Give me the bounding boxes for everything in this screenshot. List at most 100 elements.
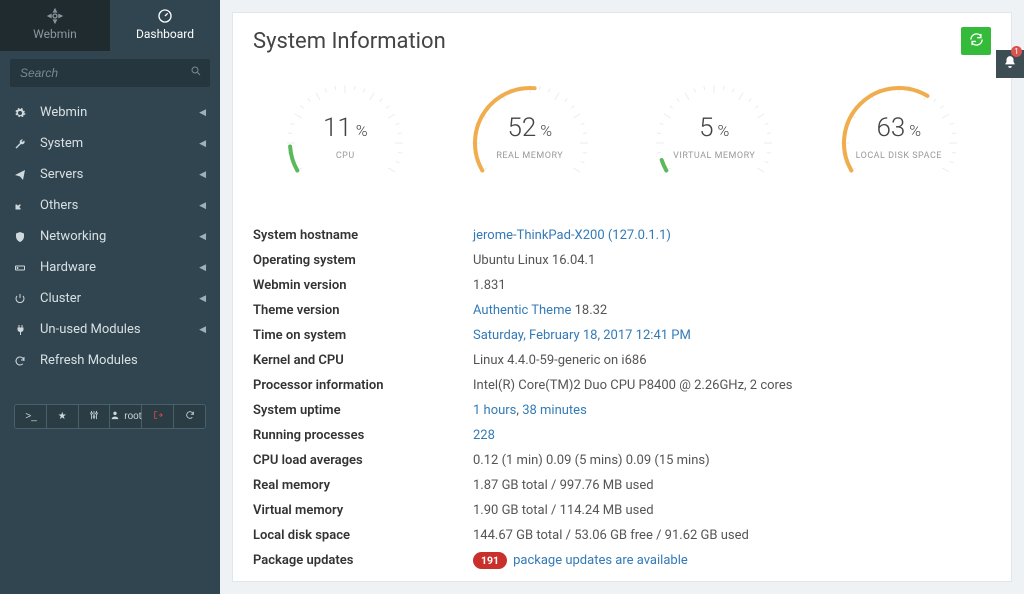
sidebar-item-label: Refresh Modules	[40, 353, 138, 368]
disk-label: Local disk space	[253, 528, 473, 543]
page-title: System Information	[253, 29, 446, 54]
refresh-icon	[185, 410, 195, 423]
gauge-label: LOCAL DISK SPACE	[809, 151, 989, 161]
kernel-label: Kernel and CPU	[253, 353, 473, 368]
notifications-bell[interactable]: 1	[996, 50, 1024, 78]
refresh-button[interactable]	[961, 27, 991, 55]
sidebar-item-hardware[interactable]: Hardware ◀	[0, 252, 220, 283]
search-input[interactable]	[10, 59, 210, 87]
gauge-value: 11 %	[255, 113, 435, 143]
gauge-real-memory: 52 % REAL MEMORY	[440, 73, 620, 193]
sidebar-item-webmin[interactable]: Webmin◀	[0, 97, 220, 128]
webmin-version-label: Webmin version	[253, 278, 473, 293]
virtmem-value: 1.90 GB total / 114.24 MB used	[473, 503, 991, 518]
load-value: 0.12 (1 min) 0.09 (5 mins) 0.09 (15 mins…	[473, 453, 991, 468]
plug-icon	[14, 324, 32, 336]
sidebar-item-label: System	[40, 136, 83, 151]
info-table: System hostnamejerome-ThinkPad-X200 (127…	[253, 223, 991, 573]
kernel-value: Linux 4.4.0-59-generic on i686	[473, 353, 991, 368]
refresh-icon	[14, 355, 32, 367]
refresh-icon	[969, 32, 984, 50]
sidebar-item-label: Networking	[40, 229, 106, 244]
paperplane-icon	[14, 169, 32, 181]
chevron-left-icon: ◀	[199, 294, 206, 304]
notifications-count-badge: 1	[1011, 46, 1022, 57]
realmem-label: Real memory	[253, 478, 473, 493]
favorites-button[interactable]: ★	[47, 405, 79, 428]
sidebar-item-label: Servers	[40, 167, 83, 182]
gauges-row: 11 % CPU 52 % REAL MEMORY 5 % VIRTUAL ME…	[253, 73, 991, 193]
uptime-value: 1 hours, 38 minutes	[473, 403, 991, 418]
sidebar-item-label: Hardware	[40, 260, 96, 275]
terminal-icon: >_	[25, 411, 35, 422]
drive-icon	[14, 262, 32, 274]
logout-button[interactable]	[142, 405, 174, 428]
sidebar-item-label: Others	[40, 198, 78, 213]
os-label: Operating system	[253, 253, 473, 268]
gauge-cpu: 11 % CPU	[255, 73, 435, 193]
logout-icon	[153, 410, 163, 423]
chevron-left-icon: ◀	[199, 201, 206, 211]
main-column: System Information 11 % CPU 52 % REAL ME…	[220, 0, 1024, 594]
packages-link[interactable]: package updates are available	[513, 553, 688, 568]
gauge-icon	[110, 8, 220, 24]
wrench-icon	[14, 138, 32, 150]
gauge-label: REAL MEMORY	[440, 151, 620, 161]
tab-webmin-label: Webmin	[0, 27, 110, 41]
sidebar-item-label: Cluster	[40, 291, 81, 306]
sliders-icon	[89, 410, 99, 423]
time-link[interactable]: Saturday, February 18, 2017 12:41 PM	[473, 328, 691, 343]
processes-link[interactable]: 228	[473, 428, 495, 443]
sidebar-item-system[interactable]: System◀	[0, 128, 220, 159]
user-button[interactable]: root	[110, 405, 142, 428]
theme-version-value: Authentic Theme 18.32	[473, 303, 991, 318]
sidebar-item-unused[interactable]: Un-used Modules◀	[0, 314, 220, 345]
tab-dashboard[interactable]: Dashboard	[110, 0, 220, 51]
star-icon: ★	[57, 411, 67, 422]
chevron-left-icon: ◀	[199, 263, 206, 273]
gauge-local-disk-space: 63 % LOCAL DISK SPACE	[809, 73, 989, 193]
disk-value: 144.67 GB total / 53.06 GB free / 91.62 …	[473, 528, 991, 543]
search-wrap	[0, 51, 220, 97]
gauge-value: 5 %	[624, 113, 804, 143]
uptime-hours-link[interactable]: 1 hours	[473, 403, 516, 418]
sidebar-item-label: Webmin	[40, 105, 87, 120]
content-panel: System Information 11 % CPU 52 % REAL ME…	[232, 12, 1012, 582]
load-label: CPU load averages	[253, 453, 473, 468]
tab-webmin[interactable]: Webmin	[0, 0, 110, 51]
terminal-button[interactable]: >_	[15, 405, 47, 428]
packages-value: 191 package updates are available	[473, 553, 991, 568]
search-icon[interactable]	[190, 65, 202, 80]
sidebar-item-networking[interactable]: Networking◀	[0, 221, 220, 252]
gauge-value: 63 %	[809, 113, 989, 143]
sidebar: Webmin Dashboard Webmin◀System◀Servers◀O…	[0, 0, 220, 594]
tab-dashboard-label: Dashboard	[110, 27, 220, 41]
uptime-label: System uptime	[253, 403, 473, 418]
hostname-label: System hostname	[253, 228, 473, 243]
top-tabs: Webmin Dashboard	[0, 0, 220, 51]
bell-icon	[1003, 55, 1017, 73]
gauge-value: 52 %	[440, 113, 620, 143]
user-label: root	[124, 411, 141, 422]
webmin-version-value: 1.831	[473, 278, 991, 293]
realmem-value: 1.87 GB total / 997.76 MB used	[473, 478, 991, 493]
chevron-left-icon: ◀	[199, 170, 206, 180]
sidebar-item-label: Un-used Modules	[40, 322, 141, 337]
settings-button[interactable]	[79, 405, 111, 428]
sidebar-item-refresh[interactable]: Refresh Modules	[0, 345, 220, 376]
sidebar-item-servers[interactable]: Servers ◀	[0, 159, 220, 190]
theme-suffix: 18.32	[571, 303, 607, 318]
user-icon	[110, 410, 120, 423]
processor-label: Processor information	[253, 378, 473, 393]
bottom-toolbar: >_ ★ root	[14, 404, 206, 429]
bottom-refresh-button[interactable]	[174, 405, 205, 428]
package-count-badge: 191	[473, 552, 507, 569]
os-value: Ubuntu Linux 16.04.1	[473, 253, 991, 268]
hostname-link[interactable]: jerome-ThinkPad-X200 (127.0.1.1)	[473, 228, 671, 243]
time-label: Time on system	[253, 328, 473, 343]
uptime-minutes-link[interactable]: 38 minutes	[522, 403, 587, 418]
theme-link[interactable]: Authentic Theme	[473, 303, 571, 318]
sidebar-item-cluster[interactable]: Cluster ◀	[0, 283, 220, 314]
sidebar-item-others[interactable]: Others ◀	[0, 190, 220, 221]
theme-version-label: Theme version	[253, 303, 473, 318]
